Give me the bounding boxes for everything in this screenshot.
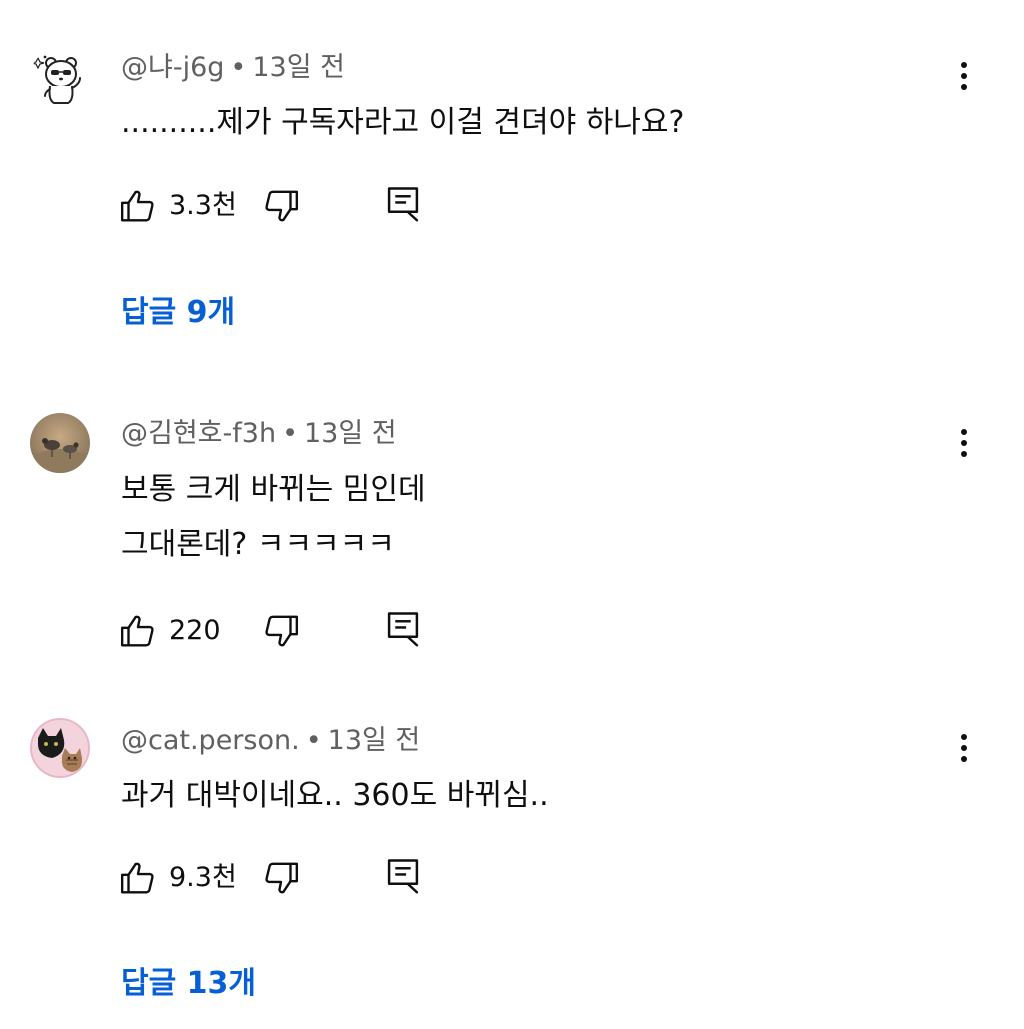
thumb-up-icon [120, 615, 154, 647]
like-count: 9.3천 [169, 862, 237, 893]
thumb-up-icon [120, 862, 154, 894]
comment-more-button[interactable] [946, 726, 982, 770]
more-vertical-icon [961, 429, 967, 435]
more-vertical-icon [961, 62, 967, 68]
view-replies-link[interactable]: 답글 13개 [121, 964, 256, 1004]
comment-text: 보통 크게 바뀌는 밈인데 [121, 472, 426, 507]
comment-meta: @cat.person. • 13일 전 [121, 724, 420, 758]
comment-meta: @김현호-f3h • 13일 전 [121, 417, 397, 451]
comment-author[interactable]: @cat.person. [121, 725, 300, 756]
reply-button[interactable] [386, 185, 420, 223]
bear-avatar-icon [31, 55, 81, 104]
reply-button[interactable] [386, 610, 420, 648]
cats-avatar-icon [30, 718, 90, 778]
comment-text: ..........제가 구독자라고 이걸 견뎌야 하나요? [121, 105, 685, 140]
meta-separator: • [282, 418, 298, 449]
thumb-down-icon [265, 862, 299, 894]
thumb-down-icon [265, 615, 299, 647]
reply-button[interactable] [386, 857, 420, 895]
comment-reply-icon [387, 859, 419, 894]
dislike-button[interactable] [262, 612, 300, 650]
like-count: 220 [169, 615, 221, 646]
avatar[interactable] [30, 48, 90, 108]
comment-reply-icon [387, 187, 419, 222]
view-replies-link[interactable]: 답글 9개 [121, 293, 235, 333]
comment-more-button[interactable] [946, 54, 982, 98]
like-button[interactable]: 220 [119, 612, 221, 650]
avatar[interactable] [30, 413, 90, 473]
dislike-button[interactable] [262, 859, 300, 897]
like-button[interactable]: 3.3천 [119, 187, 237, 225]
like-button[interactable]: 9.3천 [119, 859, 237, 897]
meta-separator: • [230, 52, 247, 83]
comment-time: 13일 전 [327, 725, 421, 756]
bird-photo-avatar-icon [30, 413, 90, 473]
comment-text: 그대론데? ㅋㅋㅋㅋㅋ [121, 527, 395, 562]
comment-author[interactable]: @냐-j6g [121, 52, 224, 83]
comment-more-button[interactable] [946, 421, 982, 465]
comment-time: 13일 전 [252, 52, 345, 83]
dislike-button[interactable] [262, 187, 300, 225]
comment-meta: @냐-j6g • 13일 전 [121, 51, 345, 85]
avatar[interactable] [30, 718, 90, 778]
comment-time: 13일 전 [304, 418, 397, 449]
thumb-up-icon [120, 190, 154, 222]
like-count: 3.3천 [169, 190, 237, 221]
meta-separator: • [305, 725, 322, 756]
thumb-down-icon [265, 190, 299, 222]
comment-author[interactable]: @김현호-f3h [121, 418, 276, 449]
comment-reply-icon [387, 612, 419, 647]
more-vertical-icon [961, 734, 967, 740]
comment-text: 과거 대박이네요.. 360도 바뀌심.. [121, 778, 549, 813]
